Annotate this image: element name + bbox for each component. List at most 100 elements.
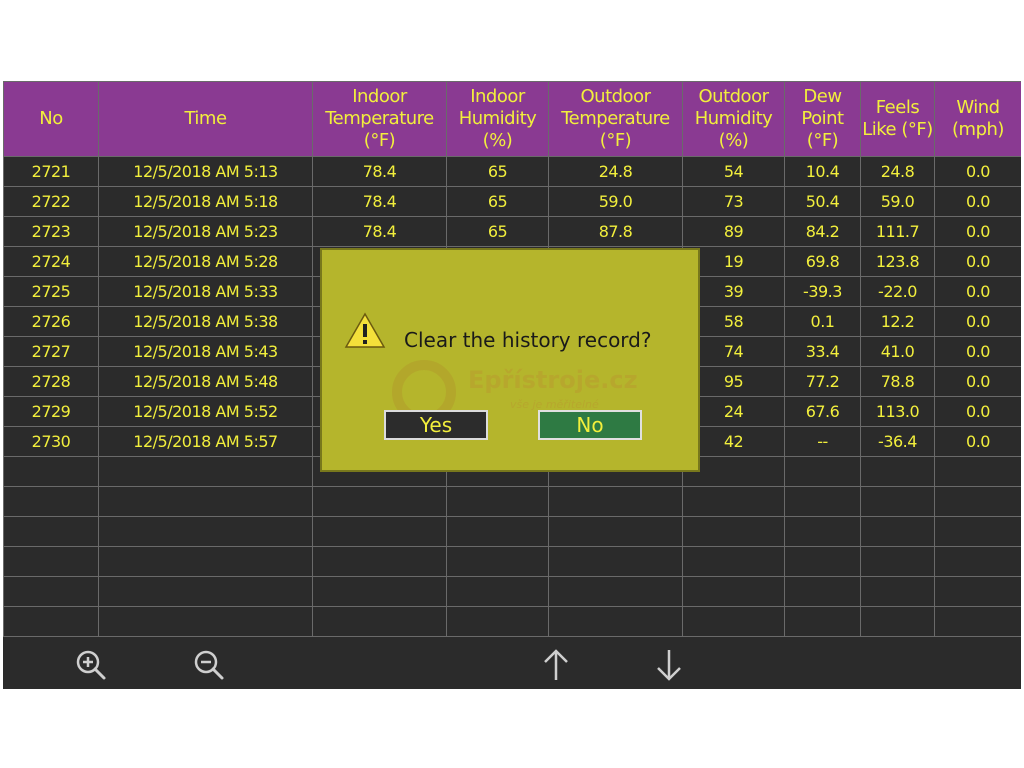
zoom-out-button[interactable] <box>191 647 227 683</box>
cell-outdoor-humidity: 73 <box>682 186 785 217</box>
zoom-out-icon <box>194 650 224 680</box>
zoom-in-icon <box>76 650 106 680</box>
empty-cell <box>312 486 447 517</box>
cell-time: 12/5/2018 AM 5:13 <box>98 156 313 187</box>
table-row[interactable]: 2723 12/5/2018 AM 5:23 78.4 65 87.8 89 84.2 111… <box>3 216 1021 247</box>
cell-no: 2723 <box>3 216 99 247</box>
cell-dew-point: 10.4 <box>784 156 861 187</box>
cell-wind: 0.0 <box>934 156 1021 187</box>
cell-dew-point: 67.6 <box>784 396 861 427</box>
col-indoor-temp-header[interactable]: Indoor Temperature (°F) <box>312 81 447 157</box>
scroll-down-button[interactable] <box>651 647 687 683</box>
empty-cell <box>860 486 935 517</box>
arrow-up-icon <box>544 649 568 680</box>
empty-cell <box>784 576 861 607</box>
cell-wind: 0.0 <box>934 396 1021 427</box>
col-indoor-humidity-header[interactable]: Indoor Humidity (%) <box>446 81 549 157</box>
cell-wind: 0.0 <box>934 306 1021 337</box>
cell-no: 2725 <box>3 276 99 307</box>
cell-dew-point: 0.1 <box>784 306 861 337</box>
cell-time: 12/5/2018 AM 5:43 <box>98 336 313 367</box>
cell-feels-like: 78.8 <box>860 366 935 397</box>
empty-cell <box>3 456 99 487</box>
col-time-header[interactable]: Time <box>98 81 313 157</box>
empty-cell <box>98 546 313 577</box>
cell-dew-point: -- <box>784 426 861 457</box>
cell-outdoor-temp: 87.8 <box>548 216 683 247</box>
cell-no: 2729 <box>3 396 99 427</box>
empty-cell <box>784 516 861 547</box>
empty-cell <box>548 486 683 517</box>
cell-time: 12/5/2018 AM 5:52 <box>98 396 313 427</box>
cell-time: 12/5/2018 AM 5:23 <box>98 216 313 247</box>
empty-cell <box>860 456 935 487</box>
table-header-row: No Time Indoor Temperature (°F) Indoor H… <box>3 81 1021 157</box>
empty-cell <box>3 576 99 607</box>
empty-cell <box>3 606 99 637</box>
cell-feels-like: 59.0 <box>860 186 935 217</box>
bottom-toolbar <box>3 642 1021 689</box>
cell-no: 2722 <box>3 186 99 217</box>
empty-cell <box>98 486 313 517</box>
cell-feels-like: 113.0 <box>860 396 935 427</box>
cell-no: 2726 <box>3 306 99 337</box>
empty-cell <box>312 546 447 577</box>
cell-feels-like: 24.8 <box>860 156 935 187</box>
col-wind-header[interactable]: Wind (mph) <box>934 81 1021 157</box>
empty-cell <box>446 606 549 637</box>
cell-dew-point: 33.4 <box>784 336 861 367</box>
cell-dew-point: 50.4 <box>784 186 861 217</box>
zoom-in-button[interactable] <box>73 647 109 683</box>
cell-feels-like: 111.7 <box>860 216 935 247</box>
empty-cell <box>548 576 683 607</box>
cell-feels-like: 41.0 <box>860 336 935 367</box>
dialog-message: Clear the history record? <box>404 328 652 352</box>
empty-cell <box>860 606 935 637</box>
cell-no: 2728 <box>3 366 99 397</box>
table-row[interactable]: 2721 12/5/2018 AM 5:13 78.4 65 24.8 54 10.4 24.… <box>3 156 1021 187</box>
empty-cell <box>446 576 549 607</box>
arrow-down-icon <box>657 650 681 681</box>
empty-cell <box>98 456 313 487</box>
cell-dew-point: 84.2 <box>784 216 861 247</box>
empty-cell <box>548 516 683 547</box>
cell-wind: 0.0 <box>934 336 1021 367</box>
cell-feels-like: 123.8 <box>860 246 935 277</box>
col-feels-like-header[interactable]: Feels Like (°F) <box>860 81 935 157</box>
no-button[interactable]: No <box>538 410 642 440</box>
empty-cell <box>784 456 861 487</box>
empty-cell <box>3 516 99 547</box>
empty-cell <box>934 516 1021 547</box>
yes-button[interactable]: Yes <box>384 410 488 440</box>
col-outdoor-temp-header[interactable]: Outdoor Temperature (°F) <box>548 81 683 157</box>
scroll-up-button[interactable] <box>538 647 574 683</box>
cell-dew-point: -39.3 <box>784 276 861 307</box>
cell-wind: 0.0 <box>934 276 1021 307</box>
table-row[interactable]: 2722 12/5/2018 AM 5:18 78.4 65 59.0 73 50.4 59.… <box>3 186 1021 217</box>
empty-cell <box>682 546 785 577</box>
col-dew-point-header[interactable]: Dew Point (°F) <box>784 81 861 157</box>
cell-no: 2730 <box>3 426 99 457</box>
cell-no: 2721 <box>3 156 99 187</box>
empty-cell <box>934 486 1021 517</box>
cell-indoor-humidity: 65 <box>446 216 549 247</box>
cell-indoor-temp: 78.4 <box>312 186 447 217</box>
empty-table-row <box>3 606 1021 637</box>
empty-cell <box>682 606 785 637</box>
empty-cell <box>446 516 549 547</box>
cell-outdoor-humidity: 54 <box>682 156 785 187</box>
confirm-clear-dialog: Clear the history record? Epřístroje.cz … <box>320 248 700 472</box>
empty-cell <box>934 546 1021 577</box>
cell-outdoor-temp: 59.0 <box>548 186 683 217</box>
cell-indoor-temp: 78.4 <box>312 216 447 247</box>
cell-time: 12/5/2018 AM 5:48 <box>98 366 313 397</box>
empty-cell <box>446 486 549 517</box>
empty-cell <box>860 516 935 547</box>
col-no-header[interactable]: No <box>3 81 99 157</box>
empty-cell <box>548 606 683 637</box>
empty-cell <box>784 546 861 577</box>
empty-cell <box>934 606 1021 637</box>
empty-cell <box>98 516 313 547</box>
col-outdoor-humidity-header[interactable]: Outdoor Humidity (%) <box>682 81 785 157</box>
empty-cell <box>682 516 785 547</box>
